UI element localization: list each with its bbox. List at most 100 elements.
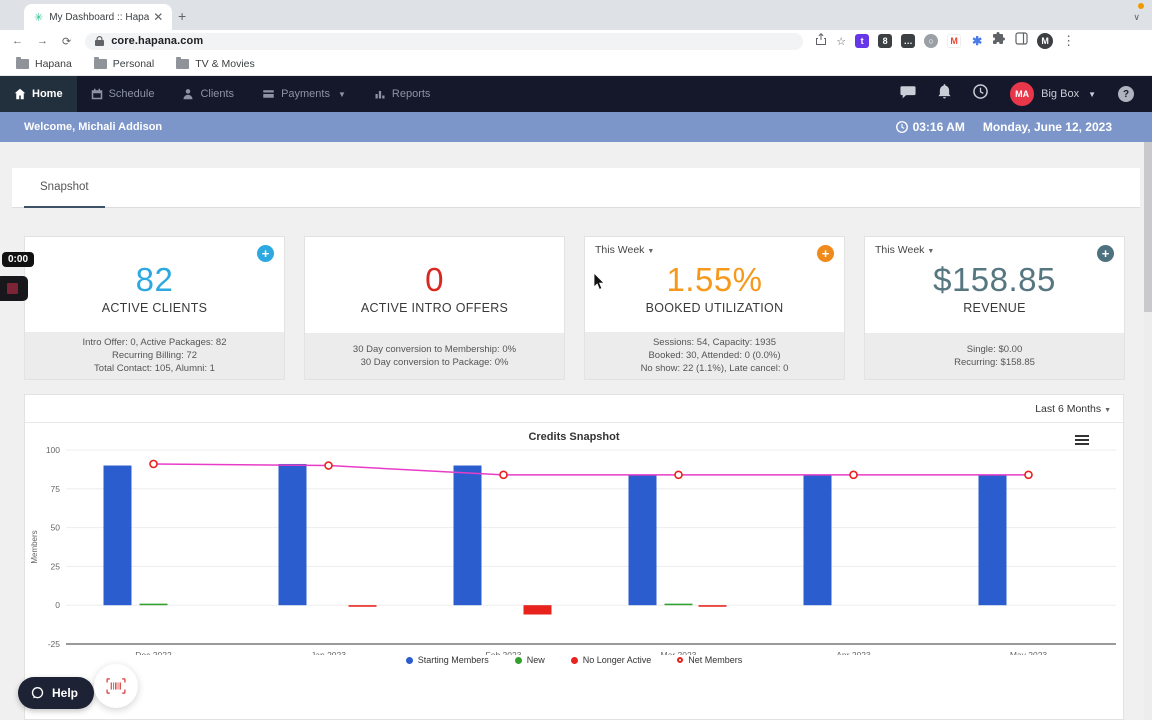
svg-text:Members: Members bbox=[30, 530, 39, 563]
card-active-intro-offers: 0 ACTIVE INTRO OFFERS 30 Day conversion … bbox=[304, 236, 565, 380]
bookmark-star-icon[interactable]: ☆ bbox=[836, 35, 846, 48]
tabstrip-chevron-icon[interactable]: ∨ bbox=[1133, 12, 1140, 23]
legend-net-members[interactable]: Net Members bbox=[677, 655, 742, 665]
net-members-marker[interactable] bbox=[849, 470, 858, 480]
messages-icon[interactable] bbox=[900, 85, 916, 104]
browser-menu-icon[interactable]: ⋮ bbox=[1062, 33, 1075, 49]
nav-item-clients[interactable]: Clients bbox=[168, 76, 248, 112]
url-text: core.hapana.com bbox=[111, 35, 204, 47]
nav-item-payments[interactable]: Payments ▼ bbox=[248, 76, 360, 112]
browser-profile-avatar[interactable]: M bbox=[1037, 33, 1054, 49]
net-members-marker[interactable] bbox=[149, 459, 158, 469]
browser-toolbar: ← → ⟳ core.hapana.com ☆ t 8 … ○ M ✱ M ⋮ bbox=[0, 30, 1152, 52]
legend-new[interactable]: New bbox=[514, 655, 545, 665]
svg-text:50: 50 bbox=[51, 523, 61, 533]
extensions-puzzle-icon[interactable] bbox=[993, 32, 1006, 50]
bar-starting-members[interactable] bbox=[803, 474, 832, 606]
stop-square-icon bbox=[6, 283, 18, 294]
card-label: ACTIVE CLIENTS bbox=[101, 300, 208, 315]
extension-dots-icon[interactable]: … bbox=[901, 34, 916, 48]
add-button[interactable]: + bbox=[257, 245, 274, 262]
bar-no-longer-active[interactable] bbox=[348, 605, 377, 607]
caret-down-icon: ▼ bbox=[647, 248, 655, 255]
bar-starting-members[interactable] bbox=[453, 465, 482, 606]
bar-starting-members[interactable] bbox=[103, 465, 132, 606]
add-button[interactable]: + bbox=[817, 245, 834, 262]
time-clock-icon bbox=[895, 121, 908, 133]
account-avatar: MA bbox=[1010, 82, 1035, 106]
reload-icon[interactable]: ⟳ bbox=[62, 35, 71, 48]
side-panel-icon[interactable] bbox=[1015, 32, 1028, 50]
share-icon[interactable] bbox=[815, 32, 827, 50]
bar-starting-members[interactable] bbox=[978, 474, 1007, 606]
barcode-scan-button[interactable] bbox=[94, 664, 138, 708]
bookmark-folder-hapana[interactable]: Hapana bbox=[16, 56, 72, 70]
net-members-marker[interactable] bbox=[324, 461, 333, 470]
chart-header: Last 6 Months ▼ bbox=[25, 395, 1123, 423]
back-icon[interactable]: ← bbox=[12, 35, 23, 48]
account-menu[interactable]: MA Big Box ▼ bbox=[1010, 82, 1096, 106]
address-bar[interactable]: core.hapana.com bbox=[85, 32, 804, 50]
nav-item-schedule[interactable]: Schedule bbox=[77, 76, 169, 112]
current-time: 03:16 AM bbox=[895, 120, 965, 134]
card-label: BOOKED UTILIZATION bbox=[645, 300, 784, 315]
extension-8-icon[interactable]: 8 bbox=[878, 34, 893, 48]
scrollbar-thumb[interactable] bbox=[1144, 142, 1152, 312]
add-button[interactable]: + bbox=[1097, 245, 1114, 262]
card-value: 82 bbox=[135, 260, 174, 298]
bookmark-folder-personal[interactable]: Personal bbox=[93, 56, 154, 70]
bar-new[interactable] bbox=[139, 603, 168, 606]
new-tab-button[interactable]: + bbox=[178, 8, 186, 24]
folder-icon bbox=[93, 56, 107, 69]
gmail-icon[interactable]: M bbox=[947, 34, 962, 48]
app-navbar: Home Schedule Clients Payments ▼ Reports… bbox=[0, 76, 1152, 112]
card-booked-utilization: This Week ▼ + 1.55% BOOKED UTILIZATION S… bbox=[584, 236, 845, 380]
welcome-bar: Welcome, Michali Addison 03:16 AM Monday… bbox=[0, 112, 1152, 142]
browser-tab[interactable]: ✳ My Dashboard :: Hapana | Tak ✕ bbox=[24, 4, 172, 30]
range-dropdown[interactable]: Last 6 Months ▼ bbox=[1035, 403, 1111, 415]
bookmark-folder-tv-movies[interactable]: TV & Movies bbox=[176, 56, 255, 70]
tab-snapshot[interactable]: Snapshot bbox=[24, 168, 105, 208]
payments-caret-icon: ▼ bbox=[337, 89, 346, 99]
recorder-stop-button[interactable] bbox=[0, 276, 28, 301]
legend-dot-icon bbox=[514, 656, 522, 664]
nav-item-reports[interactable]: Reports bbox=[360, 76, 445, 112]
extension-circle-icon[interactable]: ○ bbox=[924, 34, 939, 48]
net-members-marker[interactable] bbox=[1024, 470, 1033, 480]
legend-ring-icon bbox=[677, 657, 684, 663]
extension-t-icon[interactable]: t bbox=[855, 34, 870, 48]
credits-chart: -25 0 25 50 75 100 Members Dec 2022 Jan 2023 Feb … bbox=[25, 423, 1125, 660]
help-button[interactable]: Help bbox=[18, 677, 95, 709]
calendar-icon bbox=[91, 88, 102, 100]
barcode-icon bbox=[106, 678, 126, 694]
bar-starting-members[interactable] bbox=[628, 474, 657, 606]
period-dropdown[interactable]: This Week ▼ bbox=[595, 244, 654, 256]
notifications-bell-icon[interactable] bbox=[938, 84, 951, 104]
clock-icon[interactable] bbox=[973, 84, 988, 104]
tab-close-icon[interactable]: ✕ bbox=[153, 10, 163, 24]
bar-no-longer-active[interactable] bbox=[523, 605, 552, 615]
net-members-marker[interactable] bbox=[674, 470, 683, 480]
folder-icon bbox=[16, 56, 29, 69]
current-date: Monday, June 12, 2023 bbox=[982, 120, 1112, 134]
card-footer: Sessions: 54, Capacity: 1935 Booked: 30, … bbox=[585, 332, 844, 379]
page-scrollbar[interactable] bbox=[1144, 142, 1152, 720]
account-caret-icon: ▼ bbox=[1088, 89, 1096, 99]
period-dropdown[interactable]: This Week ▼ bbox=[875, 244, 934, 256]
forward-icon[interactable]: → bbox=[37, 35, 48, 48]
legend-dot-icon bbox=[405, 656, 413, 664]
bar-new[interactable] bbox=[664, 603, 693, 606]
legend-no-longer-active[interactable]: No Longer Active bbox=[570, 655, 651, 665]
bar-no-longer-active[interactable] bbox=[698, 605, 727, 607]
extension-flower-icon[interactable]: ✱ bbox=[970, 34, 985, 48]
welcome-message: Welcome, Michali Addison bbox=[24, 121, 163, 133]
credits-snapshot-panel: Last 6 Months ▼ Credits Snapshot -25 0 25 5… bbox=[24, 394, 1124, 720]
svg-text:100: 100 bbox=[46, 445, 60, 455]
payments-card-icon bbox=[263, 90, 274, 98]
net-members-marker[interactable] bbox=[499, 470, 508, 480]
help-question-icon[interactable]: ? bbox=[1118, 86, 1134, 102]
legend-starting-members[interactable]: Starting Members bbox=[405, 655, 489, 665]
bar-starting-members[interactable] bbox=[278, 463, 307, 606]
caret-down-icon: ▼ bbox=[1104, 406, 1111, 414]
nav-item-home[interactable]: Home bbox=[0, 76, 77, 112]
